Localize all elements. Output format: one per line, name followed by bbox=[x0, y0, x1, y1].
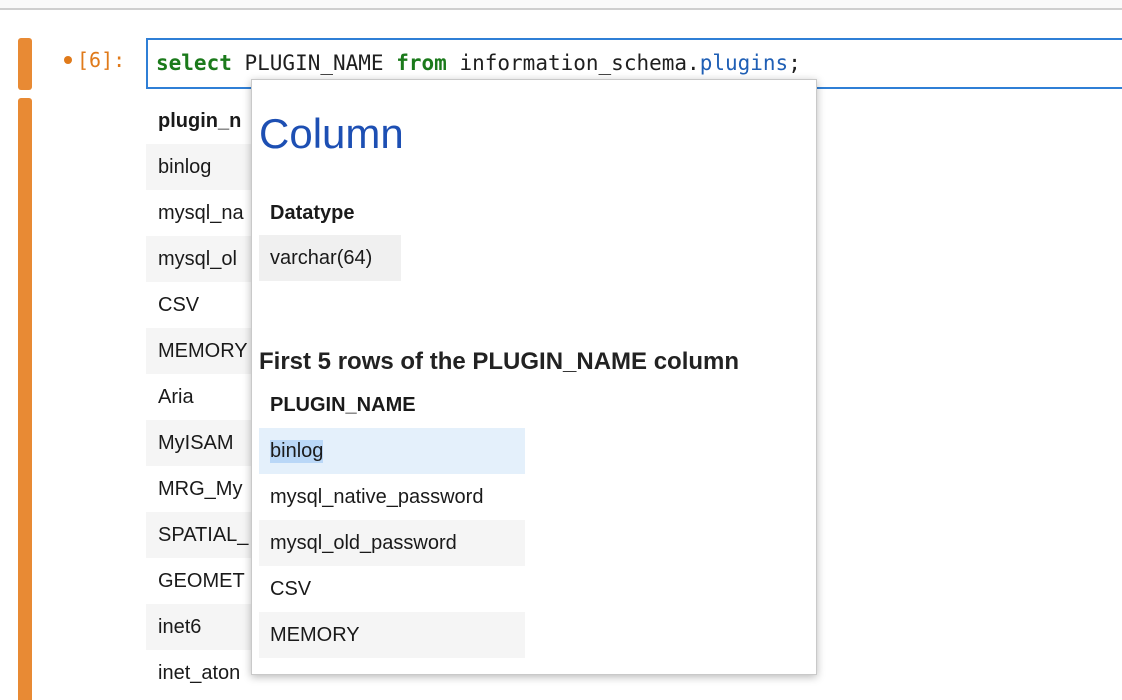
preview-row: CSV bbox=[270, 577, 312, 600]
preview-row: binlog bbox=[259, 428, 525, 474]
preview-table: binlog mysql_native_password mysql_old_p… bbox=[259, 428, 525, 658]
preview-title: First 5 rows of the PLUGIN_NAME column bbox=[259, 348, 740, 375]
toolbar-divider bbox=[0, 0, 1122, 10]
code-end: ; bbox=[788, 51, 801, 75]
code-table: plugins bbox=[699, 51, 789, 75]
execution-prompt: [6]: bbox=[64, 48, 125, 72]
column-info-tooltip: Column Datatype varchar(64) First 5 rows… bbox=[251, 79, 817, 675]
preview-column-header: PLUGIN_NAME bbox=[270, 394, 416, 416]
code-column: PLUGIN_NAME bbox=[231, 51, 397, 75]
input-collapser[interactable] bbox=[18, 38, 32, 90]
modified-dot-icon bbox=[64, 56, 72, 64]
preview-row: MEMORY bbox=[259, 612, 525, 658]
execution-count: [6]: bbox=[77, 48, 126, 72]
datatype-label: Datatype bbox=[270, 202, 355, 224]
tooltip-title: Column bbox=[259, 110, 404, 157]
preview-row: mysql_old_password bbox=[259, 520, 525, 566]
preview-row: mysql_native_password bbox=[270, 485, 484, 508]
selected-text: binlog bbox=[270, 439, 324, 463]
code-schema: information_schema. bbox=[446, 51, 700, 75]
output-collapser[interactable] bbox=[18, 98, 32, 700]
keyword-from: from bbox=[396, 51, 447, 75]
code-line[interactable]: select PLUGIN_NAME from information_sche… bbox=[156, 51, 801, 75]
datatype-value: varchar(64) bbox=[259, 235, 401, 281]
keyword-select: select bbox=[156, 51, 232, 75]
